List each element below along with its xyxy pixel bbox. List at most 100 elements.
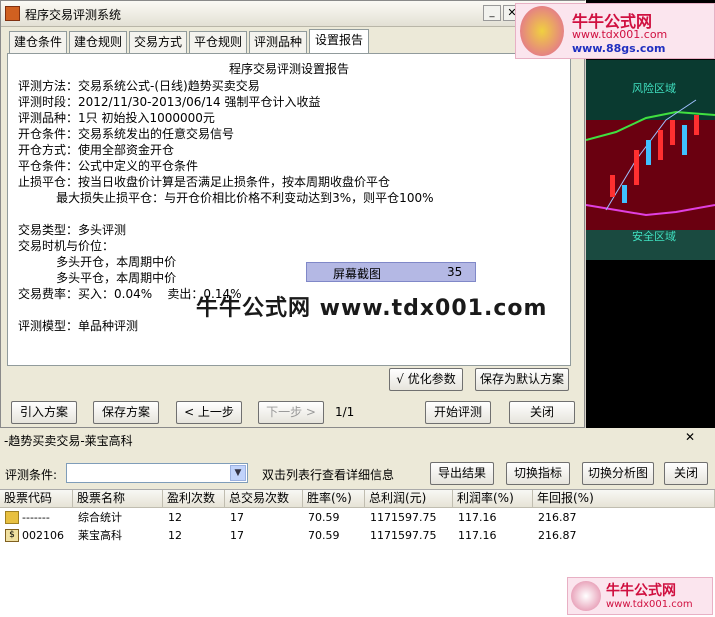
cell-name: 综合统计 bbox=[78, 511, 122, 524]
save-plan-button[interactable]: 保存方案 bbox=[93, 401, 159, 424]
table-row[interactable]: $ 002106 莱宝高科 12 17 70.59 1171597.75 117… bbox=[0, 528, 715, 545]
report-title: 程序交易评测设置报告 bbox=[228, 62, 349, 76]
bottom-logo-url: www.tdx001.com bbox=[606, 599, 693, 610]
bottom-logo: 牛牛公式网 www.tdx001.com bbox=[567, 577, 713, 615]
results-window: -趋势买卖交易-莱宝高科 ✕ 评测条件: ▼ 双击列表行查看详细信息 导出结果 … bbox=[0, 428, 715, 617]
filter-select[interactable]: ▼ bbox=[66, 463, 248, 483]
badge-label: 屏幕截图 bbox=[333, 267, 382, 281]
column-header[interactable]: 盈利次数 bbox=[163, 490, 225, 508]
screenshot-badge: 屏幕截图 35 bbox=[306, 262, 476, 282]
evaluation-dialog: 程序交易评测系统 _ ✕ 建仓条件 建仓规则 交易方式 平仓规则 评测品种 设置… bbox=[0, 0, 586, 428]
column-header[interactable]: 总利润(元) bbox=[365, 490, 453, 508]
optimize-params-button[interactable]: √ 优化参数 bbox=[389, 368, 463, 391]
flower-icon bbox=[520, 6, 564, 56]
start-evaluation-button[interactable]: 开始评测 bbox=[425, 401, 491, 424]
cell-code: ------- bbox=[22, 511, 50, 524]
candle bbox=[634, 150, 639, 185]
column-header[interactable]: 利润率(%) bbox=[453, 490, 533, 508]
tab-instruments[interactable]: 评测品种 bbox=[249, 31, 307, 53]
results-close-button[interactable]: 关闭 bbox=[664, 462, 708, 485]
cell-profit-rate: 117.16 bbox=[458, 529, 497, 542]
cell-winrate: 70.59 bbox=[308, 511, 340, 524]
badge-count: 35 bbox=[447, 265, 463, 279]
cell-profit-rate: 117.16 bbox=[458, 511, 497, 524]
report-line: 平仓条件：公式中定义的平仓条件 bbox=[18, 159, 199, 173]
cell-wins: 12 bbox=[168, 529, 182, 542]
cell-annual-return: 216.87 bbox=[538, 529, 577, 542]
tab-trade-mode[interactable]: 交易方式 bbox=[129, 31, 187, 53]
report-line: 评测时段：2012/11/30-2013/06/14 强制平仓计入收益 bbox=[18, 95, 321, 109]
check-icon: √ bbox=[396, 372, 408, 386]
folder-icon bbox=[5, 511, 19, 524]
report-line: 交易时机与价位： bbox=[18, 239, 115, 253]
price-band bbox=[586, 120, 715, 230]
cell-trades: 17 bbox=[230, 511, 244, 524]
next-step-button[interactable]: 下一步 > bbox=[258, 401, 324, 424]
stock-icon: $ bbox=[5, 529, 19, 542]
candle bbox=[682, 125, 687, 155]
tab-settings-report[interactable]: 设置报告 bbox=[309, 29, 369, 54]
price-chart: 风险区域 安全区域 bbox=[586, 0, 715, 428]
dialog-titlebar: 程序交易评测系统 _ ✕ bbox=[1, 1, 586, 27]
optimize-label: 优化参数 bbox=[407, 372, 456, 386]
filter-label: 评测条件: bbox=[5, 468, 58, 482]
table-row[interactable]: ------- 综合统计 12 17 70.59 1171597.75 117.… bbox=[0, 510, 715, 527]
dialog-title: 程序交易评测系统 bbox=[25, 8, 122, 22]
app-icon bbox=[5, 6, 20, 21]
logo-url-top: www.88gs.com bbox=[572, 42, 666, 55]
candle bbox=[622, 185, 627, 203]
report-line: 交易类型：多头评测 bbox=[18, 223, 127, 237]
candle bbox=[694, 115, 699, 135]
column-header[interactable]: 股票名称 bbox=[73, 490, 163, 508]
candle bbox=[610, 175, 615, 197]
tab-open-condition[interactable]: 建仓条件 bbox=[9, 31, 67, 53]
report-line: 开仓方式：使用全部资金开仓 bbox=[18, 143, 175, 157]
mascot-icon bbox=[571, 581, 601, 611]
tab-close-rule[interactable]: 平仓规则 bbox=[189, 31, 247, 53]
chart-svg: 风险区域 安全区域 bbox=[586, 60, 715, 260]
candle bbox=[658, 130, 663, 160]
close-dialog-button[interactable]: 关闭 bbox=[509, 401, 575, 424]
candle bbox=[670, 120, 675, 145]
report-line: 止损平仓：按当日收盘价计算是否满足止损条件，按本周期收盘价平仓 bbox=[18, 175, 391, 189]
switch-indicator-button[interactable]: 切换指标 bbox=[506, 462, 570, 485]
cell-code: 002106 bbox=[22, 529, 64, 542]
cell-wins: 12 bbox=[168, 511, 182, 524]
results-close-icon[interactable]: ✕ bbox=[680, 430, 700, 446]
column-header[interactable]: 胜率(%) bbox=[303, 490, 365, 508]
cell-profit: 1171597.75 bbox=[370, 511, 437, 524]
report-line: 评测模型：单品种评测 bbox=[18, 319, 139, 333]
column-header[interactable]: 总交易次数 bbox=[225, 490, 303, 508]
report-line: 多头平仓，本周期中价 bbox=[18, 271, 177, 285]
chevron-down-icon[interactable]: ▼ bbox=[230, 465, 246, 481]
cell-annual-return: 216.87 bbox=[538, 511, 577, 524]
cell-trades: 17 bbox=[230, 529, 244, 542]
candle bbox=[646, 140, 651, 165]
report-line: 开仓条件：交易系统发出的任意交易信号 bbox=[18, 127, 235, 141]
site-logo: 牛牛公式网 www.tdx001.com www.88gs.com bbox=[515, 3, 715, 59]
prev-step-button[interactable]: < 上一步 bbox=[176, 401, 242, 424]
hint-text: 双击列表行查看详细信息 bbox=[262, 468, 395, 482]
report-line: 多头开仓，本周期中价 bbox=[18, 255, 177, 269]
logo-url-bottom: www.tdx001.com bbox=[572, 28, 668, 41]
cell-name: 莱宝高科 bbox=[78, 529, 122, 542]
export-results-button[interactable]: 导出结果 bbox=[430, 462, 494, 485]
tab-open-rule[interactable]: 建仓规则 bbox=[69, 31, 127, 53]
save-default-button[interactable]: 保存为默认方案 bbox=[475, 368, 569, 391]
column-header[interactable]: 股票代码 bbox=[0, 490, 73, 508]
import-plan-button[interactable]: 引入方案 bbox=[11, 401, 77, 424]
column-header[interactable]: 年回报(%) bbox=[533, 490, 715, 508]
risk-zone-label: 风险区域 bbox=[632, 81, 676, 95]
report-line: 最大损失止损平仓：与开仓价相比价格不利变动达到3%，则平仓100% bbox=[18, 191, 434, 205]
report-line: 评测品种：1只 初始投入1000000元 bbox=[18, 111, 215, 125]
bottom-logo-name: 牛牛公式网 bbox=[606, 583, 676, 599]
safe-zone-label: 安全区域 bbox=[632, 229, 676, 243]
cell-winrate: 70.59 bbox=[308, 529, 340, 542]
minimize-button[interactable]: _ bbox=[483, 5, 501, 21]
results-title: -趋势买卖交易-莱宝高科 bbox=[4, 434, 133, 448]
switch-chart-button[interactable]: 切换分析图 bbox=[582, 462, 654, 485]
cell-profit: 1171597.75 bbox=[370, 529, 437, 542]
page-indicator: 1/1 bbox=[335, 405, 355, 419]
watermark: 牛牛公式网 www.tdx001.com bbox=[196, 296, 548, 321]
report-line: 评测方法：交易系统公式-(日线)趋势买卖交易 bbox=[18, 79, 260, 93]
